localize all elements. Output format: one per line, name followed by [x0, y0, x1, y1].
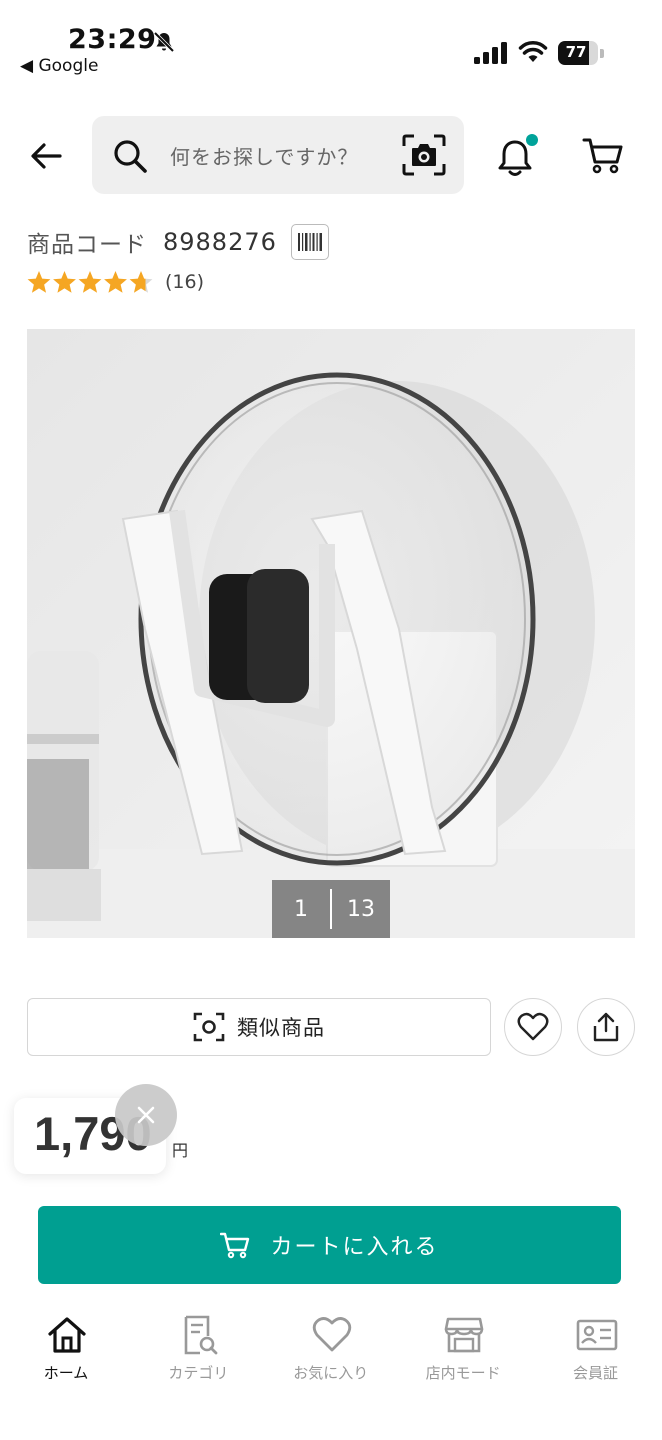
- star-rating-icon: [27, 271, 153, 293]
- status-time: 23:29: [68, 24, 157, 55]
- search-placeholder: 何をお探しですか？: [170, 145, 359, 169]
- share-button[interactable]: [577, 998, 635, 1056]
- search-input[interactable]: 何をお探しですか？: [92, 116, 464, 194]
- barcode-icon: [297, 233, 322, 251]
- similar-products-button[interactable]: 類似商品: [27, 998, 491, 1056]
- search-icon: [114, 140, 147, 173]
- bell-icon[interactable]: [496, 134, 538, 178]
- nav-item-store-mode[interactable]: 店内モード: [397, 1300, 529, 1400]
- product-image[interactable]: 1 13: [27, 329, 635, 938]
- similar-products-label: 類似商品: [237, 1016, 325, 1040]
- nav-item-favorites[interactable]: お気に入り: [265, 1300, 397, 1400]
- image-counter: 1 13: [272, 880, 390, 938]
- review-count: (16): [165, 271, 205, 293]
- bell-off-icon: [153, 31, 175, 53]
- image-total: 13: [347, 896, 375, 922]
- status-bar: 23:29 ◀ Google 77: [0, 0, 662, 90]
- heart-icon: [517, 1012, 549, 1041]
- nav-label: 店内モード: [425, 1364, 501, 1382]
- nav-label: ホーム: [43, 1364, 89, 1382]
- member-card-icon: [576, 1319, 617, 1351]
- rating-star: [27, 271, 51, 293]
- heart-icon: [312, 1317, 351, 1352]
- camera-scan-icon[interactable]: [402, 134, 446, 176]
- nav-item-member-card[interactable]: 会員証: [530, 1300, 662, 1400]
- battery-percent: 77: [565, 43, 587, 61]
- cart-icon: [220, 1232, 250, 1259]
- rating-row[interactable]: (16): [27, 266, 204, 298]
- nav-label: カテゴリ: [168, 1364, 229, 1382]
- wifi-icon: [518, 41, 548, 62]
- favorite-button[interactable]: [504, 998, 562, 1056]
- rating-star: [53, 271, 76, 293]
- rating-star: [104, 271, 127, 293]
- rating-star: [129, 271, 153, 293]
- store-icon: [444, 1317, 484, 1353]
- cart-icon[interactable]: [582, 136, 624, 176]
- add-to-cart-button[interactable]: カートに入れる: [38, 1206, 621, 1284]
- pot-lid-stand-illustration: [27, 329, 635, 938]
- nav-item-category[interactable]: カテゴリ: [132, 1300, 264, 1400]
- back-to-google-link[interactable]: ◀ Google: [20, 56, 98, 76]
- battery-indicator: 77: [558, 41, 604, 65]
- product-code-value: 8988276: [163, 228, 277, 256]
- rating-star: [78, 271, 102, 293]
- share-icon: [593, 1012, 619, 1042]
- cellular-signal-icon: [474, 42, 507, 64]
- nav-item-home[interactable]: ホーム: [0, 1300, 132, 1400]
- image-index: 1: [294, 896, 308, 922]
- add-to-cart-label: カートに入れる: [270, 1235, 439, 1260]
- nav-label: 会員証: [573, 1364, 619, 1382]
- header: 何をお探しですか？: [0, 110, 662, 200]
- back-arrow-icon[interactable]: [26, 136, 66, 176]
- product-code-row: 商品コード 8988276: [27, 224, 329, 260]
- home-icon: [48, 1317, 86, 1353]
- product-code-label: 商品コード: [27, 232, 147, 258]
- price-unit: 円: [172, 1141, 189, 1160]
- category-icon: [185, 1315, 218, 1355]
- barcode-button[interactable]: [290, 224, 329, 260]
- image-search-icon: [193, 1012, 225, 1042]
- close-button[interactable]: [115, 1084, 177, 1146]
- nav-label: お気に入り: [293, 1364, 369, 1382]
- bottom-nav: ホーム カテゴリ お気に入り 店内モード 会員証: [0, 1300, 662, 1400]
- close-icon: [137, 1106, 155, 1124]
